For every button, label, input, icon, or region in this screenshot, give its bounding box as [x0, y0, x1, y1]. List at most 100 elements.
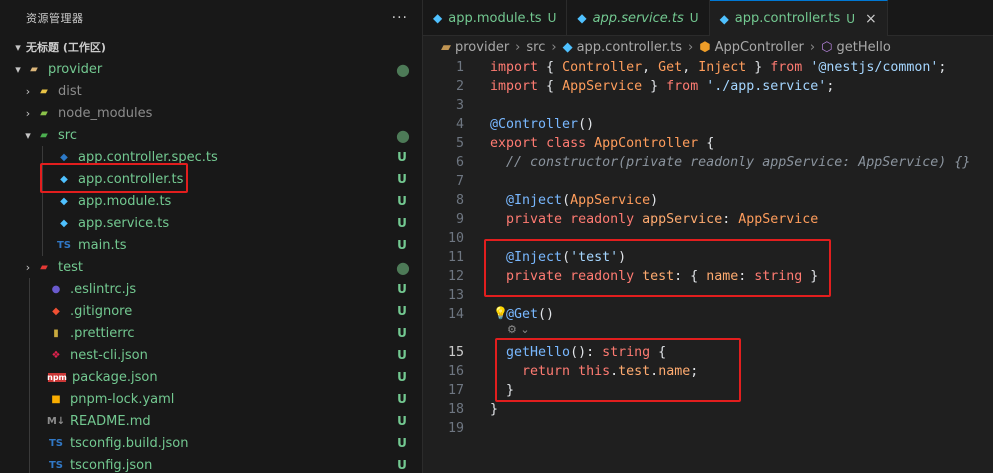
tree-item[interactable]: ◆ app.controller.ts U: [0, 168, 422, 190]
tree-item-label: .eslintrc.js: [70, 281, 137, 297]
tree-item[interactable]: ▾ ▰ provider ●: [0, 58, 422, 80]
chevron-right-icon: ›: [551, 39, 557, 55]
git-status-badge: U: [397, 414, 407, 428]
code-line[interactable]: 13: [423, 286, 993, 305]
tree-item-label: .prettierrc: [70, 325, 135, 341]
tab-app-service[interactable]: ◆ app.service.ts U: [567, 0, 710, 36]
code-line[interactable]: 8 @Inject(AppService): [423, 191, 993, 210]
code-line[interactable]: 1 import { Controller, Get, Inject } from…: [423, 58, 993, 77]
close-icon[interactable]: ×: [865, 11, 877, 27]
tree-item[interactable]: ◆ app.module.ts U: [0, 190, 422, 212]
indent-guide: [29, 454, 30, 473]
chevron-right-icon[interactable]: ›: [20, 85, 36, 98]
tree-item[interactable]: TS main.ts U: [0, 234, 422, 256]
code-line[interactable]: 6 // constructor(private readonly appSer…: [423, 153, 993, 172]
tree-item[interactable]: › ▰ node_modules: [0, 102, 422, 124]
code-lens-icon[interactable]: ⚙ ⌄: [507, 323, 530, 336]
nest-module-icon: ◆: [433, 11, 443, 25]
breadcrumb-item[interactable]: app.controller.ts: [577, 40, 682, 55]
tree-item-label: main.ts: [78, 237, 127, 253]
indent-guide: [42, 190, 43, 212]
lightbulb-icon[interactable]: 💡: [493, 306, 508, 320]
line-number: 12: [447, 269, 464, 284]
workspace-root[interactable]: ▾ 无标题 (工作区): [0, 36, 422, 58]
nest-service-icon: ◆: [577, 11, 587, 25]
breadcrumb-item[interactable]: src: [526, 40, 545, 55]
line-number: 5: [455, 136, 464, 151]
code-line[interactable]: 2 import { AppService } from './app.servi…: [423, 77, 993, 96]
chevron-right-icon[interactable]: ›: [20, 107, 36, 120]
chevron-down-icon: ▾: [15, 40, 21, 54]
code-line[interactable]: 19: [423, 419, 993, 438]
code-line[interactable]: 12 private readonly test: { name: string…: [423, 267, 993, 286]
breadcrumb-item[interactable]: AppController: [715, 40, 804, 55]
indent-guide: [29, 300, 30, 322]
tree-item[interactable]: › ▰ dist: [0, 80, 422, 102]
git-status-badge: U: [397, 392, 407, 406]
code-line[interactable]: 9 private readonly appService: AppServic…: [423, 210, 993, 229]
node-folder-icon: ▰: [40, 107, 48, 119]
chevron-right-icon[interactable]: ›: [20, 261, 36, 274]
git-status-badge: ●: [396, 257, 410, 277]
git-status-badge: U: [397, 458, 407, 472]
git-status-badge: ●: [396, 125, 410, 145]
code-line[interactable]: 3: [423, 96, 993, 115]
tree-item[interactable]: TS tsconfig.json U: [0, 454, 422, 473]
code-text: private readonly appService: AppService: [506, 212, 819, 227]
tab-status: U: [846, 11, 856, 26]
indent-guide: [29, 410, 30, 432]
indent-guide: [42, 168, 43, 190]
tab-label: app.service.ts: [592, 10, 684, 26]
tree-item[interactable]: ● .eslintrc.js U: [0, 278, 422, 300]
nest-controller-icon: ◆: [562, 39, 573, 55]
code-line[interactable]: 4 @Controller(): [423, 115, 993, 134]
tree-item[interactable]: › ▰ test ●: [0, 256, 422, 278]
code-text: getHello(): string {: [506, 345, 667, 360]
code-line[interactable]: 17 }: [423, 381, 993, 400]
tree-item[interactable]: M↓ README.md U: [0, 410, 422, 432]
code-line[interactable]: 11 @Inject('test'): [423, 248, 993, 267]
code-line[interactable]: 15 getHello(): string {: [423, 343, 993, 362]
indent-guide: [29, 366, 30, 388]
tree-item[interactable]: ◆ app.service.ts U: [0, 212, 422, 234]
git-status-badge: U: [397, 348, 407, 362]
tree-item[interactable]: ▾ ▰ src ●: [0, 124, 422, 146]
code-line[interactable]: 16 return this.test.name;: [423, 362, 993, 381]
tree-item-label: tsconfig.build.json: [70, 435, 189, 451]
editor-area: ◆ app.module.ts U ◆ app.service.ts U ◆ a…: [423, 0, 993, 473]
code-editor[interactable]: 1 import { Controller, Get, Inject } from…: [423, 58, 993, 473]
line-number: 9: [455, 212, 464, 227]
code-line[interactable]: 18}: [423, 400, 993, 419]
chevron-down-icon[interactable]: ▾: [20, 129, 36, 142]
tree-item[interactable]: ◆ .gitignore U: [0, 300, 422, 322]
tree-item[interactable]: ❖ nest-cli.json U: [0, 344, 422, 366]
git-status-badge: U: [397, 194, 407, 208]
chevron-down-icon[interactable]: ▾: [10, 63, 26, 76]
git-status-badge: U: [397, 326, 407, 340]
tree-item[interactable]: ◆ app.controller.spec.ts U: [0, 146, 422, 168]
more-actions-icon[interactable]: ···: [392, 10, 408, 26]
tree-item[interactable]: TS tsconfig.build.json U: [0, 432, 422, 454]
code-line[interactable]: 5 export class AppController {: [423, 134, 993, 153]
code-text: }: [490, 383, 515, 398]
code-line[interactable]: 14 @Get(): [423, 305, 993, 324]
tree-item[interactable]: npm package.json U: [0, 366, 422, 388]
tree-item-label: app.service.ts: [78, 215, 170, 231]
tree-item-label: app.module.ts: [78, 193, 172, 209]
tree-item[interactable]: ■ pnpm-lock.yaml U: [0, 388, 422, 410]
breadcrumb-item[interactable]: getHello: [836, 40, 890, 55]
nest-icon: ❖: [51, 349, 61, 361]
tree-item-label: .gitignore: [70, 303, 133, 319]
editor-tabs: ◆ app.module.ts U ◆ app.service.ts U ◆ a…: [423, 0, 993, 36]
git-status-badge: U: [397, 238, 407, 252]
tree-item[interactable]: ▮ .prettierrc U: [0, 322, 422, 344]
tab-app-controller[interactable]: ◆ app.controller.ts U ×: [709, 0, 888, 36]
line-number: 1: [455, 60, 464, 75]
tab-app-module[interactable]: ◆ app.module.ts U: [423, 0, 568, 36]
code-line[interactable]: 7: [423, 172, 993, 191]
tab-status: U: [547, 11, 557, 25]
breadcrumb-item[interactable]: provider: [455, 40, 509, 55]
code-line[interactable]: 10: [423, 229, 993, 248]
indent-guide: [29, 278, 30, 300]
code-text: @Inject('test'): [506, 250, 627, 265]
